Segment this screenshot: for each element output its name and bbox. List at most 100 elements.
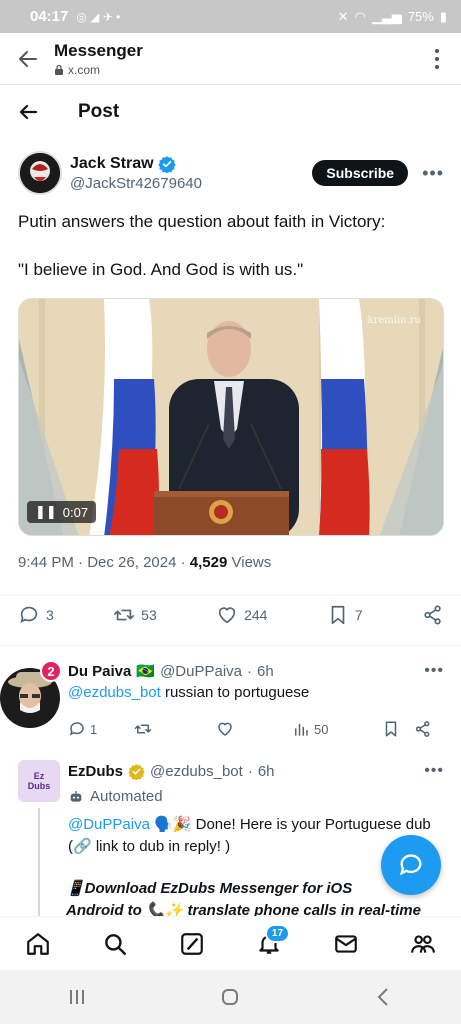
- more-options-icon[interactable]: •••: [422, 163, 444, 184]
- robot-icon: [70, 791, 82, 802]
- author-avatar[interactable]: [18, 151, 62, 195]
- bookmark-count: 7: [354, 607, 363, 623]
- subscribe-button[interactable]: Subscribe: [312, 160, 409, 186]
- domain-text: x.com: [68, 62, 101, 77]
- post-header: Post: [0, 92, 461, 132]
- back-arrow-icon[interactable]: [18, 102, 38, 122]
- tweet-date: Dec 26, 2024: [87, 554, 177, 571]
- recent-apps-icon[interactable]: [65, 985, 89, 1009]
- like-button[interactable]: 244: [216, 604, 267, 626]
- tweet-meta: 9:44 PM · Dec 26, 2024 · 4,529 Views: [18, 554, 272, 571]
- people-icon: [410, 934, 435, 953]
- browser-title: Messenger: [54, 40, 143, 60]
- reply-tweet-bot: EzDubs @ezdubs_bot · 6h ••• Automated @D…: [0, 760, 461, 920]
- main-tweet: Jack Straw @JackStr42679640 Subscribe ••…: [18, 150, 444, 571]
- battery-icon: ▮: [439, 8, 447, 24]
- automated-label: Automated: [68, 786, 444, 808]
- pause-icon: ❚❚: [35, 504, 57, 519]
- video-duration[interactable]: ❚❚ 0:07: [27, 501, 97, 523]
- author-handle: @JackStr42679640: [70, 174, 202, 192]
- wifi-icon: ◠: [354, 8, 366, 24]
- nav-home[interactable]: [18, 924, 58, 964]
- reply-count: 3: [46, 607, 54, 623]
- tweet-text: Putin answers the question about faith i…: [18, 212, 386, 279]
- repost-count: 53: [141, 607, 157, 623]
- emoji-speaking-party: 🗣️🎉: [154, 816, 192, 833]
- notifications-count-badge: 17: [264, 923, 291, 943]
- browser-domain: x.com: [54, 63, 425, 77]
- automated-text: Automated: [90, 788, 163, 805]
- bookmark-button[interactable]: 7: [327, 604, 363, 626]
- reply-text: @ezdubs_bot russian to portuguese: [68, 682, 444, 704]
- nav-messages[interactable]: [326, 924, 366, 964]
- share-button[interactable]: [422, 604, 444, 626]
- views-count: 50: [314, 721, 329, 737]
- browser-back-button[interactable]: [12, 43, 44, 75]
- arrow-left-icon: [19, 50, 37, 67]
- repost-icon: [134, 724, 152, 734]
- reply-tweet: 2 Du Paiva 🇧🇷 @DuPPaiva · 6h ••• @ezdubs…: [0, 660, 461, 750]
- nav-grok[interactable]: [172, 924, 212, 964]
- status-time: 04:17: [30, 8, 69, 25]
- reply-avatar[interactable]: 2: [0, 660, 62, 730]
- repost-button[interactable]: 53: [113, 604, 157, 626]
- divider: [0, 595, 461, 596]
- nav-notifications[interactable]: 17: [249, 923, 291, 964]
- repost-button[interactable]: [134, 720, 216, 738]
- status-right: ✕ ◠ ▁▃▅ 75% ▮: [338, 9, 447, 25]
- divider: [0, 645, 461, 646]
- browser-menu-button[interactable]: [425, 48, 449, 69]
- messages-fab[interactable]: [381, 835, 441, 895]
- reply-count: 1: [90, 721, 98, 737]
- tweet-actions: 3 53 244 7: [18, 604, 444, 626]
- mute-icon: ✕: [337, 8, 349, 24]
- page-title: Post: [78, 101, 120, 122]
- bookmark-button[interactable]: [382, 720, 414, 738]
- reply-icon: [69, 722, 84, 736]
- reply-time: 6h: [257, 762, 275, 780]
- views-label: Views: [231, 554, 272, 571]
- reply-author-name[interactable]: Du Paiva: [68, 663, 131, 680]
- mail-icon: [334, 934, 357, 953]
- back-button-icon[interactable]: [372, 985, 396, 1009]
- more-options-icon[interactable]: •••: [424, 762, 444, 780]
- bookmark-icon: [331, 605, 345, 625]
- reply-time: 6h: [257, 662, 274, 680]
- views-button[interactable]: 50: [292, 720, 382, 738]
- status-notification-icons: ◎ ◢ ✈ •: [76, 9, 121, 24]
- share-button[interactable]: [414, 720, 432, 738]
- nav-communities[interactable]: [403, 924, 443, 964]
- verified-badge-icon: [157, 155, 176, 173]
- lock-icon: [55, 64, 63, 75]
- author-name[interactable]: Jack Straw: [70, 155, 154, 173]
- bottom-nav: 17: [0, 916, 461, 970]
- reply-icon: [20, 606, 38, 623]
- tweet-video[interactable]: kremlin.ru ❚❚ 0:07: [18, 298, 444, 536]
- reply-text-body: russian to portuguese: [160, 684, 310, 701]
- notification-badge: 2: [40, 660, 62, 682]
- like-button[interactable]: [216, 720, 292, 738]
- nav-search[interactable]: [95, 924, 135, 964]
- video-watermark: kremlin.ru: [367, 315, 421, 326]
- home-icon: [27, 932, 50, 955]
- share-icon: [415, 721, 430, 737]
- mention-link[interactable]: @DuPPaiva: [68, 816, 150, 833]
- like-count: 244: [244, 607, 268, 623]
- grok-icon: [181, 932, 203, 955]
- reply-author-name[interactable]: EzDubs: [68, 763, 123, 780]
- mention-link[interactable]: @ezdubs_bot: [68, 684, 161, 701]
- analytics-icon: [295, 723, 308, 736]
- battery-percent: 75%: [407, 9, 434, 24]
- avatar-image: [20, 153, 60, 193]
- verified-gold-badge-icon: [128, 763, 145, 780]
- brazil-flag-icon: 🇧🇷: [136, 663, 156, 680]
- video-duration-text: 0:07: [62, 504, 89, 520]
- heart-icon: [218, 722, 232, 736]
- home-button-icon[interactable]: [218, 985, 242, 1009]
- reply-button[interactable]: 3: [18, 604, 54, 626]
- heart-icon: [218, 607, 236, 624]
- reply-author-handle: @ezdubs_bot: [150, 762, 243, 780]
- more-options-icon[interactable]: •••: [424, 662, 444, 680]
- search-icon: [105, 933, 127, 955]
- reply-button[interactable]: 1: [68, 720, 134, 738]
